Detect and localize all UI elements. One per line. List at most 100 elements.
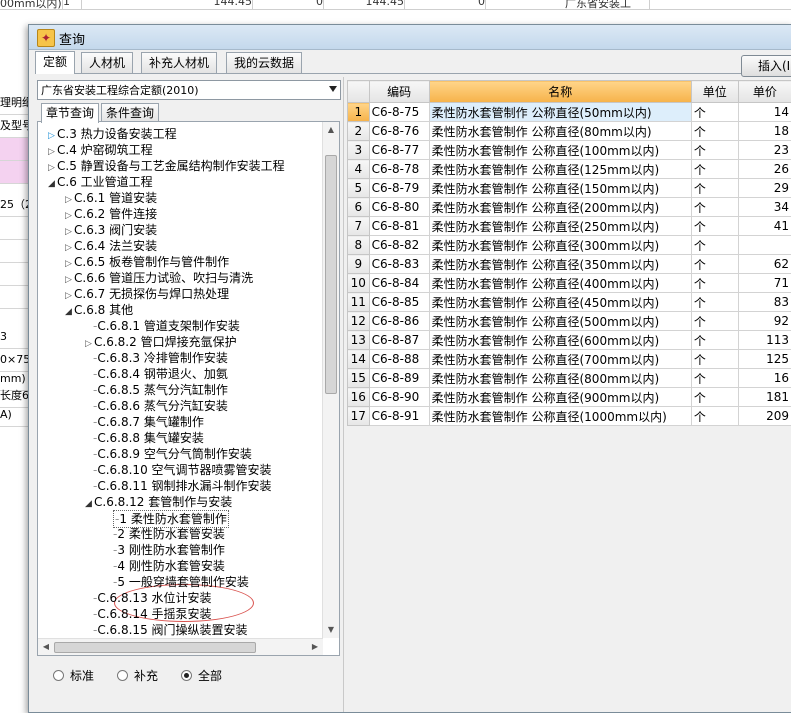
cell-price[interactable]: 41 <box>738 217 791 236</box>
cell-code[interactable]: C6-8-83 <box>369 255 429 274</box>
chapter-tree[interactable]: ▲ ▼ ◀ ▶ ▷C.3 热力设备安装工程▷C.4 炉窑砌筑工程▷C.5 静置设… <box>37 121 340 656</box>
row-number[interactable]: 12 <box>348 312 370 331</box>
table-row[interactable]: 2C6-8-76柔性防水套管制作 公称直径(80mm以内)个18 <box>348 122 791 141</box>
row-number[interactable]: 9 <box>348 255 370 274</box>
tree-node[interactable]: ◢C.6 工业管道工程 <box>48 174 153 190</box>
row-number[interactable]: 10 <box>348 274 370 293</box>
table-row[interactable]: 8C6-8-82柔性防水套管制作 公称直径(300mm以内)个 <box>348 236 791 255</box>
cell-price[interactable] <box>738 236 791 255</box>
header-unit[interactable]: 单位 <box>691 81 738 103</box>
tree-node[interactable]: ▷C.6.1 管道安装 <box>65 190 157 206</box>
cell-price[interactable]: 14 <box>738 103 791 122</box>
tree-node[interactable]: ▷C.6.8.2 管口焊接充氩保护 <box>85 334 237 350</box>
table-row[interactable]: 13C6-8-87柔性防水套管制作 公称直径(600mm以内)个113 <box>348 331 791 350</box>
quota-library-select[interactable]: 广东省安装工程综合定额(2010) <box>37 80 341 100</box>
tab-quota[interactable]: 定额 <box>35 51 75 74</box>
tree-node[interactable]: -3 刚性防水套管制作 <box>113 542 225 558</box>
row-number[interactable]: 17 <box>348 407 370 426</box>
tree-node[interactable]: ▷C.3 热力设备安装工程 <box>48 126 177 142</box>
scroll-thumb[interactable] <box>54 642 256 653</box>
scroll-right-icon[interactable]: ▶ <box>307 639 323 655</box>
cell-unit[interactable]: 个 <box>691 407 738 426</box>
cell-unit[interactable]: 个 <box>691 255 738 274</box>
tree-node[interactable]: -C.6.8.14 手摇泵安装 <box>93 606 212 622</box>
cell-unit[interactable]: 个 <box>691 331 738 350</box>
cell-unit[interactable]: 个 <box>691 141 738 160</box>
table-row[interactable]: 4C6-8-78柔性防水套管制作 公称直径(125mm以内)个26 <box>348 160 791 179</box>
row-number[interactable]: 3 <box>348 141 370 160</box>
tab-cloud-data[interactable]: 我的云数据 <box>226 52 302 73</box>
table-row[interactable]: 12C6-8-86柔性防水套管制作 公称直径(500mm以内)个92 <box>348 312 791 331</box>
table-row[interactable]: 5C6-8-79柔性防水套管制作 公称直径(150mm以内)个29 <box>348 179 791 198</box>
cell-name[interactable]: 柔性防水套管制作 公称直径(500mm以内) <box>429 312 691 331</box>
cell-code[interactable]: C6-8-80 <box>369 198 429 217</box>
cell-code[interactable]: C6-8-85 <box>369 293 429 312</box>
tree-node[interactable]: -C.6.8.3 冷排管制作安装 <box>93 350 228 366</box>
cell-unit[interactable]: 个 <box>691 160 738 179</box>
cell-unit[interactable]: 个 <box>691 312 738 331</box>
tree-node[interactable]: -C.6.8.11 钢制排水漏斗制作安装 <box>93 478 272 494</box>
table-row[interactable]: 17C6-8-91柔性防水套管制作 公称直径(1000mm以内)个209 <box>348 407 791 426</box>
cell-unit[interactable]: 个 <box>691 388 738 407</box>
tree-node[interactable]: -C.6.8.5 蒸气分汽缸制作 <box>93 382 228 398</box>
cell-code[interactable]: C6-8-77 <box>369 141 429 160</box>
tree-node[interactable]: ▷C.6.2 管件连接 <box>65 206 157 222</box>
cell-code[interactable]: C6-8-84 <box>369 274 429 293</box>
scroll-down-icon[interactable]: ▼ <box>323 622 339 638</box>
row-number[interactable]: 16 <box>348 388 370 407</box>
cell-name[interactable]: 柔性防水套管制作 公称直径(700mm以内) <box>429 350 691 369</box>
cell-price[interactable]: 18 <box>738 122 791 141</box>
table-row[interactable]: 3C6-8-77柔性防水套管制作 公称直径(100mm以内)个23 <box>348 141 791 160</box>
table-row[interactable]: 14C6-8-88柔性防水套管制作 公称直径(700mm以内)个125 <box>348 350 791 369</box>
tab-chapter-query[interactable]: 章节查询 <box>41 103 99 123</box>
cell-name[interactable]: 柔性防水套管制作 公称直径(800mm以内) <box>429 369 691 388</box>
collapse-icon[interactable]: ◢ <box>65 304 74 320</box>
tree-node[interactable]: -C.6.8.13 水位计安装 <box>93 590 212 606</box>
cell-name[interactable]: 柔性防水套管制作 公称直径(450mm以内) <box>429 293 691 312</box>
tree-node[interactable]: -5 一般穿墙套管制作安装 <box>113 574 249 590</box>
tab-supplement-lmm[interactable]: 补充人材机 <box>141 52 217 73</box>
cell-name[interactable]: 柔性防水套管制作 公称直径(50mm以内) <box>429 103 691 122</box>
table-row[interactable]: 7C6-8-81柔性防水套管制作 公称直径(250mm以内)个41 <box>348 217 791 236</box>
collapse-icon[interactable]: ◢ <box>48 176 57 192</box>
cell-name[interactable]: 柔性防水套管制作 公称直径(1000mm以内) <box>429 407 691 426</box>
tree-node[interactable]: -C.6.8.15 阀门操纵装置安装 <box>93 622 248 638</box>
cell-code[interactable]: C6-8-91 <box>369 407 429 426</box>
cell-name[interactable]: 柔性防水套管制作 公称直径(200mm以内) <box>429 198 691 217</box>
cell-code[interactable]: C6-8-81 <box>369 217 429 236</box>
tree-node[interactable]: -C.6.8.6 蒸气分汽缸安装 <box>93 398 228 414</box>
cell-code[interactable]: C6-8-86 <box>369 312 429 331</box>
cell-unit[interactable]: 个 <box>691 217 738 236</box>
row-number[interactable]: 11 <box>348 293 370 312</box>
table-row[interactable]: 9C6-8-83柔性防水套管制作 公称直径(350mm以内)个62 <box>348 255 791 274</box>
cell-unit[interactable]: 个 <box>691 122 738 141</box>
cell-code[interactable]: C6-8-75 <box>369 103 429 122</box>
cell-code[interactable]: C6-8-78 <box>369 160 429 179</box>
cell-code[interactable]: C6-8-88 <box>369 350 429 369</box>
cell-unit[interactable]: 个 <box>691 236 738 255</box>
tab-condition-query[interactable]: 条件查询 <box>101 103 159 122</box>
tree-node[interactable]: ◢C.6.8.12 套管制作与安装 <box>85 494 232 510</box>
tree-node[interactable]: -C.6.8.1 管道支架制作安装 <box>93 318 240 334</box>
table-row[interactable]: 15C6-8-89柔性防水套管制作 公称直径(800mm以内)个16 <box>348 369 791 388</box>
cell-price[interactable]: 16 <box>738 369 791 388</box>
row-number[interactable]: 13 <box>348 331 370 350</box>
cell-code[interactable]: C6-8-82 <box>369 236 429 255</box>
row-number[interactable]: 7 <box>348 217 370 236</box>
cell-unit[interactable]: 个 <box>691 350 738 369</box>
cell-unit[interactable]: 个 <box>691 274 738 293</box>
cell-code[interactable]: C6-8-79 <box>369 179 429 198</box>
scroll-thumb[interactable] <box>325 155 337 394</box>
cell-code[interactable]: C6-8-87 <box>369 331 429 350</box>
radio-standard[interactable]: 标准 <box>53 667 94 685</box>
cell-name[interactable]: 柔性防水套管制作 公称直径(400mm以内) <box>429 274 691 293</box>
scroll-up-icon[interactable]: ▲ <box>323 122 339 138</box>
tree-node[interactable]: ▷C.6.3 阀门安装 <box>65 222 157 238</box>
cell-price[interactable]: 29 <box>738 179 791 198</box>
radio-all[interactable]: 全部 <box>181 667 222 685</box>
cell-price[interactable]: 62 <box>738 255 791 274</box>
row-number[interactable]: 5 <box>348 179 370 198</box>
tree-node[interactable]: ▷C.5 静置设备与工艺金属结构制作安装工程 <box>48 158 285 174</box>
header-name[interactable]: 名称 <box>429 81 691 103</box>
cell-unit[interactable]: 个 <box>691 293 738 312</box>
